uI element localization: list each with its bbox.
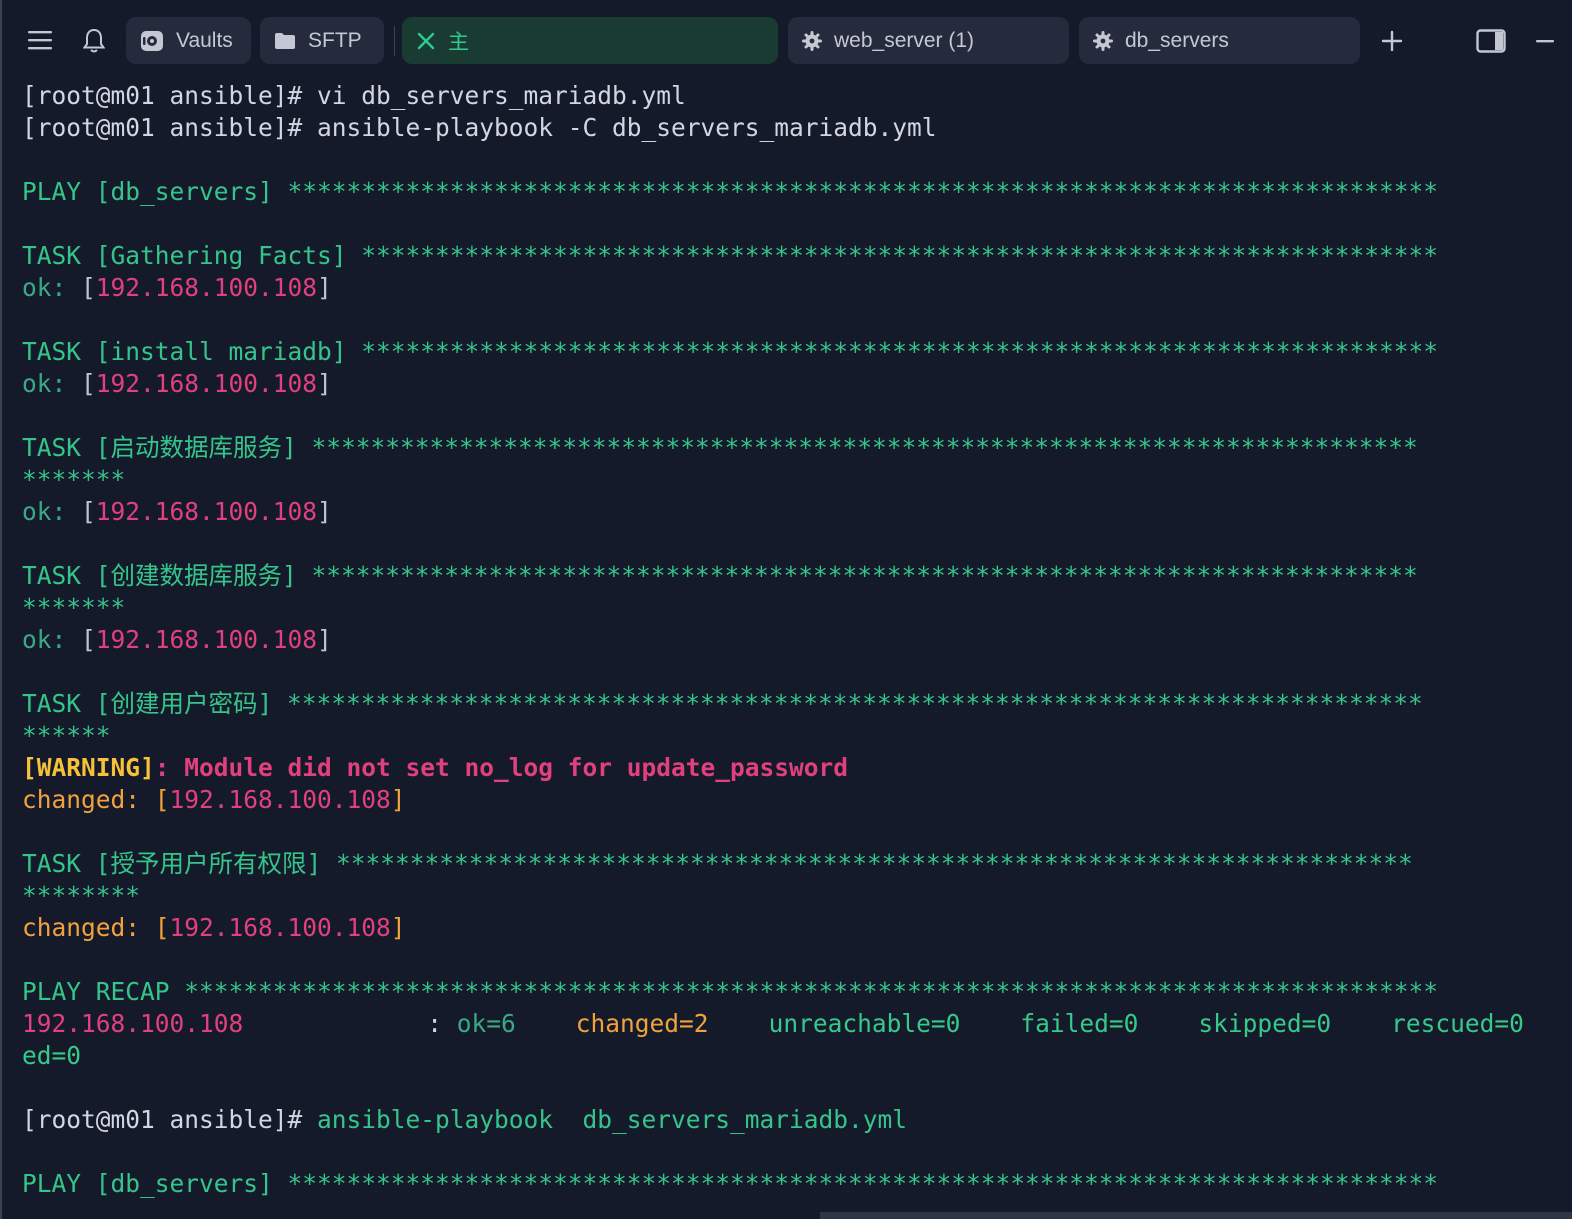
tab-web-server[interactable]: web_server (1) (788, 17, 1069, 64)
terminal-line: [root@m01 ansible]# ansible-playbook db_… (22, 1105, 908, 1134)
task-result: changed: [192.168.100.108] (22, 785, 406, 814)
play-header: PLAY [db_servers] **********************… (22, 177, 1439, 206)
recap-header: PLAY RECAP *****************************… (22, 977, 1439, 1006)
recap-line-wrap: ed=0 (22, 1041, 82, 1070)
close-icon[interactable] (416, 31, 436, 51)
task-header-wrap: ******* (22, 593, 126, 622)
menu-icon[interactable] (26, 26, 54, 54)
task-header-wrap: ******** (22, 881, 141, 910)
task-result: ok: [192.168.100.108] (22, 369, 332, 398)
minimize-icon[interactable] (1532, 27, 1558, 55)
terminal-window: Vaults SFTP 主 web_server (1) db_servers … (0, 0, 1572, 1219)
tab-main[interactable]: 主 (402, 17, 778, 64)
task-header: TASK [启动数据库服务] *************************… (22, 433, 1418, 462)
tab-label: SFTP (308, 28, 362, 52)
task-result: ok: [192.168.100.108] (22, 273, 332, 302)
terminal-output[interactable]: [root@m01 ansible]# vi db_servers_mariad… (22, 80, 1572, 1219)
task-header-wrap: ******* (22, 465, 126, 494)
gear-icon (1093, 30, 1113, 51)
terminal-line: [root@m01 ansible]# ansible-playbook -C … (22, 113, 937, 142)
play-header: PLAY [db_servers] **********************… (22, 1169, 1439, 1198)
task-result: ok: [192.168.100.108] (22, 497, 332, 526)
task-result: changed: [192.168.100.108] (22, 913, 406, 942)
split-view-icon[interactable] (1474, 27, 1508, 55)
folder-icon (274, 32, 296, 50)
tab-label: web_server (1) (834, 28, 975, 52)
task-header: TASK [Gathering Facts] *****************… (22, 241, 1439, 270)
tab-sftp[interactable]: SFTP (260, 17, 384, 64)
horizontal-scrollbar[interactable] (820, 1212, 1572, 1219)
tab-label: 主 (448, 30, 469, 54)
task-header: TASK [创建用户密码] **************************… (22, 689, 1423, 718)
task-header: TASK [创建数据库服务] *************************… (22, 561, 1418, 590)
tab-label: Vaults (176, 28, 233, 52)
task-result: ok: [192.168.100.108] (22, 625, 332, 654)
tab-db-servers[interactable]: db_servers (1079, 17, 1360, 64)
recap-line: 192.168.100.108: ok=6 changed=2 unreachabl… (22, 1009, 1524, 1038)
divider (394, 26, 395, 56)
task-header: TASK [授予用户所有权限] ************************… (22, 849, 1413, 878)
plus-icon[interactable] (1378, 27, 1406, 55)
warning-line: [WARNING]: Module did not set no_log for… (22, 753, 849, 782)
task-header: TASK [install mariadb] *****************… (22, 337, 1439, 366)
terminal-line: [root@m01 ansible]# vi db_servers_mariad… (22, 81, 686, 110)
vault-icon (140, 30, 164, 52)
tab-vaults[interactable]: Vaults (126, 17, 251, 64)
gear-icon (802, 30, 822, 51)
tab-label: db_servers (1125, 28, 1229, 52)
task-header-wrap: ****** (22, 721, 111, 750)
top-bar: Vaults SFTP 主 web_server (1) db_servers (2, 0, 1572, 82)
bell-icon[interactable] (80, 26, 108, 56)
